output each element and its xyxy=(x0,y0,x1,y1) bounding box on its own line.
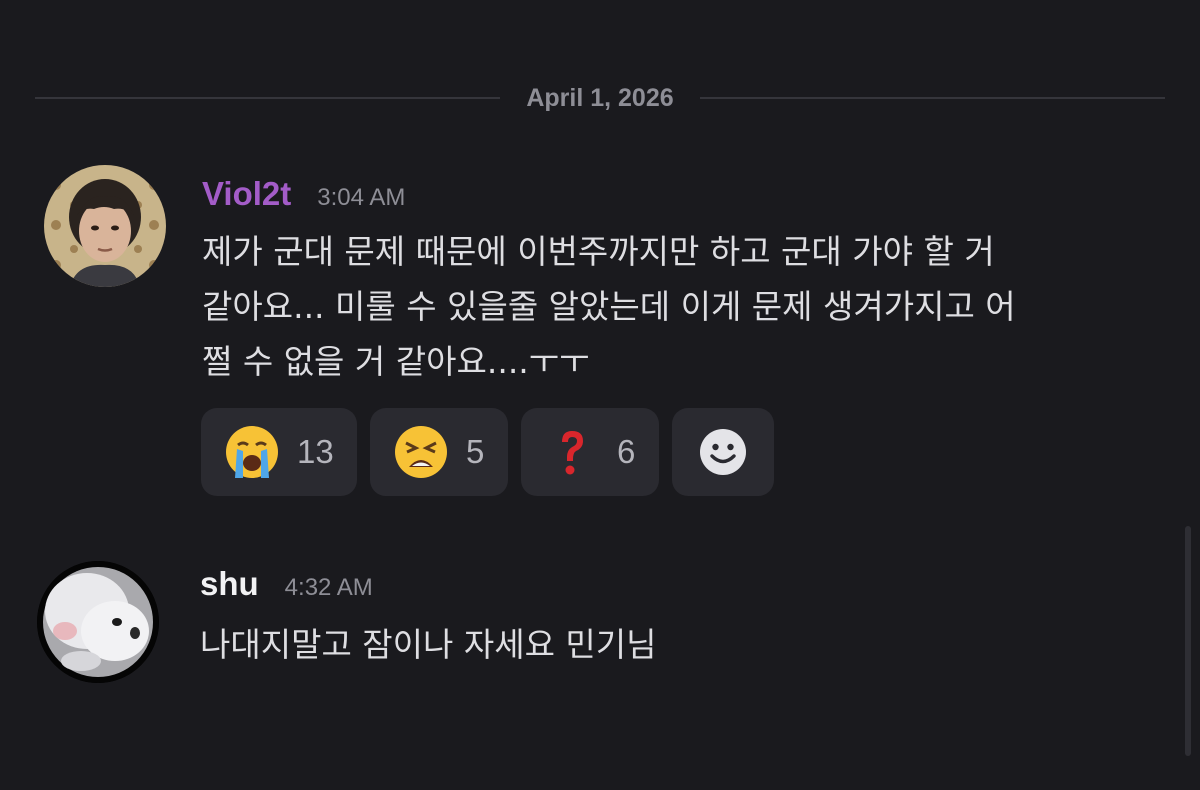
divider-line-left xyxy=(35,97,501,99)
date-label: April 1, 2026 xyxy=(526,83,674,112)
date-divider: April 1, 2026 xyxy=(35,78,1165,118)
red-question-mark-icon xyxy=(543,423,601,481)
message-line: 같아요... 미룰 수 있을줄 알았는데 이게 문제 생겨가지고 어 xyxy=(202,287,1016,326)
message-line: 나대지말고 잠이나 자세요 민기님 xyxy=(200,625,657,664)
smiley-add-reaction-icon xyxy=(700,429,746,475)
timestamp: 4:32 AM xyxy=(284,574,373,601)
white-animal-photo-icon xyxy=(37,561,159,683)
reaction-count: 5 xyxy=(466,433,485,470)
avatar-shu[interactable] xyxy=(37,561,159,683)
message-line: 제가 군대 문제 때문에 이번주까지만 하고 군대 가야 할 거 xyxy=(202,232,995,271)
username[interactable]: Viol2t xyxy=(202,175,291,213)
username[interactable]: shu xyxy=(200,565,259,603)
user-photo-icon xyxy=(44,165,166,287)
message-header: Viol2t 3:04 AM xyxy=(202,175,405,213)
reaction-count: 13 xyxy=(297,433,334,470)
reaction-question[interactable]: 6 xyxy=(521,408,659,496)
divider-line-right xyxy=(699,97,1165,99)
timestamp: 3:04 AM xyxy=(317,184,406,211)
reaction-loudly-crying[interactable]: 13 xyxy=(201,408,357,496)
message-content: 제가 군대 문제 때문에 이번주까지만 하고 군대 가야 할 거 같아요... … xyxy=(202,224,1162,389)
chat-view: April 1, 2026 Viol2t 3:04 AM 제가 군대 문제 때문… xyxy=(0,0,1200,790)
message-header: shu 4:32 AM xyxy=(200,565,373,603)
weary-face-icon xyxy=(392,423,450,481)
avatar-viol2t[interactable] xyxy=(44,165,166,287)
loudly-crying-face-icon xyxy=(223,423,281,481)
message-line: 쩔 수 없을 거 같아요....ㅜㅜ xyxy=(202,342,590,381)
reaction-count: 6 xyxy=(617,433,636,470)
reaction-weary[interactable]: 5 xyxy=(370,408,508,496)
scrollbar[interactable] xyxy=(1185,526,1191,756)
message-content: 나대지말고 잠이나 자세요 민기님 xyxy=(200,617,1160,672)
reaction-bar: 13 5 6 xyxy=(201,408,774,496)
add-reaction-button[interactable] xyxy=(672,408,774,496)
